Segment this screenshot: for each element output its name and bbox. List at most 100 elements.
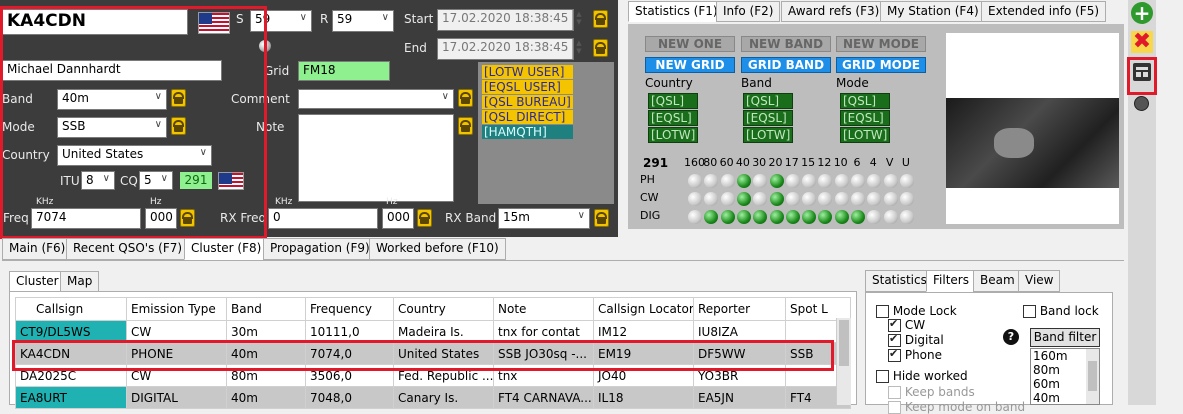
tab-award-refs[interactable]: Award refs (F3) [781,1,887,22]
dxcc-total-count: 291 [643,156,669,170]
column-header[interactable]: Frequency [305,297,394,321]
note-textarea[interactable] [298,114,454,202]
eqsl-status-tag: [EQSL] [840,110,891,126]
end-lock-icon[interactable] [593,39,608,57]
tab-beam[interactable]: Beam [973,270,1022,292]
comment-lock-icon[interactable] [458,89,473,107]
comment-input[interactable]: ∨ [298,89,454,109]
freq-khz-input[interactable]: 7074 [31,208,141,229]
callsign-input[interactable]: KA4CDN [2,9,188,35]
phone-checkbox[interactable]: Phone [888,347,942,362]
band-select[interactable]: 40m ∨ [57,89,167,110]
band-list-scrollbar[interactable] [1086,349,1099,404]
cw-checkbox[interactable]: CW [888,317,925,332]
mode-lock-icon[interactable] [171,117,186,135]
mode-lock-checkbox[interactable]: Mode Lock [876,304,957,318]
note-lock-icon[interactable] [458,117,473,135]
grid-band-indicator: GRID BAND [741,57,831,73]
column-header[interactable]: Reporter [693,297,786,321]
name-input[interactable]: Michael Dannhardt [2,60,222,81]
qsl-tag: [QSL DIRECT] [482,110,573,124]
column-header[interactable]: Band [226,297,306,321]
checkbox[interactable] [876,370,889,383]
table-cell: 7048,0 [305,386,394,409]
tab-recent-qsos[interactable]: Recent QSO's (F7) [66,238,190,260]
table-row[interactable]: KA4CDN PHONE 40m 7074,0 United States SS… [15,342,851,365]
freq-hz-input[interactable]: 000 [145,208,177,229]
band-status-dot [720,174,735,188]
qsl-tag-list: [LOTW USER] [EQSL USER] [QSL BUREAU] [QS… [482,65,573,139]
qsl-tag: [EQSL USER] [482,80,573,94]
radio-icon[interactable] [1133,63,1151,81]
tab-filters[interactable]: Filters [926,270,976,292]
band-row-label-ph: PH [640,173,655,186]
globe-icon[interactable] [1134,96,1149,111]
hide-worked-checkbox[interactable]: Hide worked [876,369,968,383]
start-time-input[interactable]: 17.02.2020 18:38:45 [437,9,574,31]
tab-my-station[interactable]: My Station (F4) [880,1,986,22]
cq-select[interactable]: 5 ∨ [139,171,173,190]
tab-info[interactable]: Info (F2) [716,1,781,22]
status-globe-icon [259,40,271,52]
tab-filter-statistics[interactable]: Statistics [865,270,934,292]
band-lock-checkbox[interactable]: Band lock [1023,304,1099,318]
dxcc-count-badge: 291 [180,172,212,189]
delete-icon[interactable]: ✖ [1131,31,1153,53]
tab-cluster-sub[interactable]: Cluster [9,271,66,292]
band-status-dot [769,192,784,206]
rxband-lock-icon[interactable] [594,209,609,227]
chevron-down-icon: ∨ [441,91,449,102]
checkbox[interactable] [876,305,889,318]
mode-qsl-list: [QSL] [EQSL] [LOTW] [840,93,891,143]
country-select[interactable]: United States ∨ [57,145,212,166]
r-report-select[interactable]: 59 ∨ [332,10,394,32]
tab-propagation[interactable]: Propagation (F9) [263,238,377,260]
tab-statistics[interactable]: Statistics (F1) [628,1,725,22]
mode-select[interactable]: SSB ∨ [57,117,167,138]
start-spinner[interactable]: ▲ ▼ [572,10,585,30]
digital-checkbox[interactable]: Digital [888,332,944,347]
rxband-select[interactable]: 15m ∨ [498,208,590,229]
table-row[interactable]: DA2025C CW 80m 3506,0 Fed. Republic ... … [15,364,851,387]
tab-map[interactable]: Map [60,271,100,292]
itu-select[interactable]: 8 ∨ [81,171,115,190]
tab-worked-before[interactable]: Worked before (F10) [369,238,506,260]
band-header-U: U [901,156,910,169]
tab-cluster[interactable]: Cluster (F8) [184,238,269,260]
band-filter-list[interactable]: 160m 80m 60m 40m [1030,348,1100,405]
checkbox[interactable] [1023,305,1036,318]
s-report-select[interactable]: 59 ∨ [250,10,312,32]
help-icon[interactable]: ? [1003,329,1019,345]
column-header[interactable]: Country [393,297,494,321]
tab-main[interactable]: Main (F6) [2,238,73,260]
freq-lock-icon[interactable] [180,209,195,227]
band-lock-icon[interactable] [171,89,186,107]
checkbox[interactable] [888,317,901,332]
column-header[interactable]: Note [493,297,594,321]
cluster-scrollbar[interactable] [836,318,851,405]
rxfreq-khz-input[interactable]: 0 [268,208,378,229]
qsl-tag[interactable]: [HAMQTH] [482,125,573,139]
tab-view[interactable]: View [1018,270,1061,292]
start-lock-icon[interactable] [593,10,608,28]
end-time-input[interactable]: 17.02.2020 18:38:45 [437,38,574,60]
table-row[interactable]: EA8URT DIGITAL 40m 7048,0 Canary Is. FT4… [15,386,851,409]
add-icon[interactable]: + [1131,2,1153,24]
column-header[interactable]: Callsign Locator [593,297,694,321]
band-status-dot [802,210,817,224]
grid-input[interactable]: FM18 [298,61,390,81]
column-header[interactable]: Callsign [15,297,127,321]
band-status-dot [851,174,865,188]
tab-extended-info[interactable]: Extended info (F5) [981,1,1107,22]
band-filter-button[interactable]: Band filter [1030,328,1100,347]
end-spinner[interactable]: ▲ ▼ [572,39,585,59]
checkbox[interactable] [888,347,901,362]
table-row[interactable]: CT9/DL5WS CW 30m 10111,0 Madeira Is. tnx… [15,320,851,343]
column-header[interactable]: Emission Type [126,297,227,321]
checkbox[interactable] [888,332,901,347]
qsl-status-tag: [QSL] [840,93,891,109]
rxfreq-lock-icon[interactable] [417,209,432,227]
band-status-dot [834,192,849,206]
table-header-row: Callsign Emission Type Band Frequency Co… [15,297,851,321]
rxfreq-hz-input[interactable]: 000 [382,208,414,229]
